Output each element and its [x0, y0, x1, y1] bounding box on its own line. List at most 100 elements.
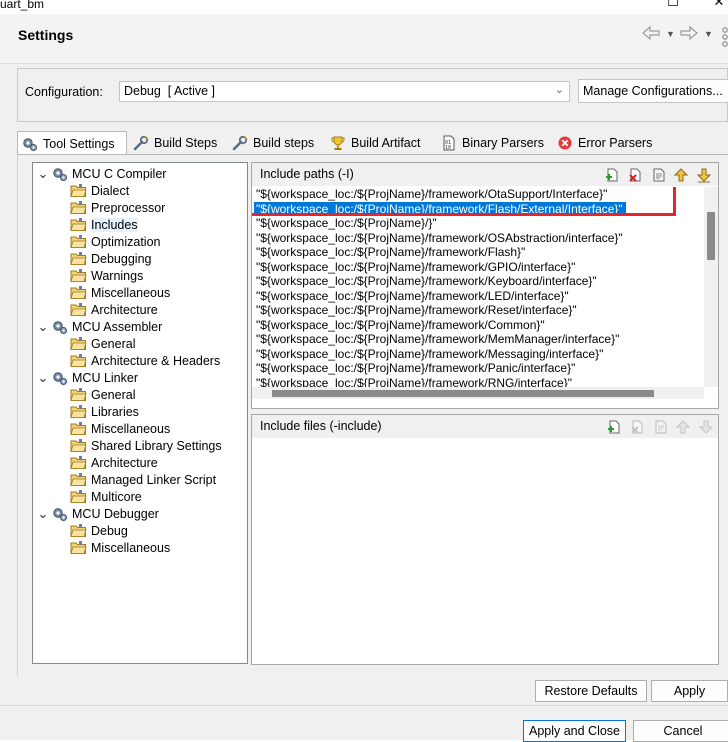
expand-chevron-icon[interactable]: ⌄ — [37, 371, 49, 384]
tab-error-parsers[interactable]: Error Parsers — [553, 131, 659, 154]
tab-build-steps[interactable]: Build Steps — [129, 131, 225, 154]
forward-history-chevron-icon[interactable]: ▼ — [704, 29, 713, 39]
configuration-select[interactable]: Debug [ Active ] ⌄ — [119, 81, 570, 102]
tree-item[interactable]: Debug — [70, 522, 128, 539]
maximize-button[interactable]: ☐ — [662, 0, 684, 12]
tree-item[interactable]: Architecture — [70, 454, 158, 471]
configuration-group: Configuration: Debug [ Active ] ⌄ Manage… — [17, 68, 728, 122]
tree-item[interactable]: ⌄ MCU Linker — [37, 369, 138, 386]
manage-configurations-button[interactable]: Manage Configurations... — [578, 79, 728, 103]
tree-item[interactable]: ⌄ MCU C Compiler — [37, 165, 166, 182]
tree-item[interactable]: Multicore — [70, 488, 142, 505]
tree-item[interactable]: Optimization — [70, 233, 160, 250]
include-files-title: Include files (-include) — [260, 419, 382, 433]
tree-item[interactable]: Miscellaneous — [70, 539, 170, 556]
edit-icon[interactable] — [651, 167, 667, 183]
include-path-item[interactable]: "${workspace_loc:/${ProjName}/framework/… — [254, 318, 548, 333]
manage-configurations-label: Manage Configurations... — [583, 84, 723, 98]
tree-item[interactable]: Managed Linker Script — [70, 471, 216, 488]
tree-item-label: MCU Debugger — [72, 506, 159, 521]
horizontal-scrollbar[interactable] — [252, 387, 704, 399]
tree-item[interactable]: General — [70, 386, 135, 403]
tree-item[interactable]: ⌄ MCU Assembler — [37, 318, 162, 335]
tree-item[interactable]: ⌄ MCU Debugger — [37, 505, 159, 522]
tab-binary-parsers[interactable]: 01 10 Binary Parsers — [437, 131, 551, 154]
tree-item[interactable]: Miscellaneous — [70, 284, 170, 301]
include-path-item[interactable]: "${workspace_loc:/${ProjName}/framework/… — [254, 274, 600, 289]
tree-item[interactable]: Preprocessor — [70, 199, 165, 216]
include-path-item[interactable]: "${workspace_loc:/${ProjName}/framework/… — [254, 289, 572, 304]
wrench-icon — [232, 134, 248, 151]
scroll-thumb[interactable] — [272, 390, 654, 397]
tree-item[interactable]: Architecture & Headers — [70, 352, 220, 369]
expand-chevron-icon[interactable]: ⌄ — [37, 507, 49, 520]
window-title: uart_bm — [0, 0, 45, 11]
include-path-item[interactable]: "${workspace_loc:/${ProjName}/framework/… — [254, 361, 578, 376]
folder-icon — [70, 234, 87, 249]
tree-item[interactable]: Warnings — [70, 267, 143, 284]
delete-icon[interactable] — [627, 167, 643, 183]
folder-icon — [70, 302, 87, 317]
tab-build-artifact[interactable]: Build Artifact — [326, 131, 434, 154]
tree-item-label: Miscellaneous — [91, 540, 171, 555]
move-down-icon[interactable] — [696, 167, 712, 183]
tree-item-label: MCU C Compiler — [72, 166, 167, 181]
apply-button[interactable]: Apply — [651, 680, 728, 702]
tree-item-label: Architecture — [91, 455, 158, 470]
move-down-icon[interactable] — [698, 419, 714, 435]
tab-label: Build Steps — [154, 135, 218, 150]
view-menu-icon[interactable] — [721, 26, 728, 51]
tree-item[interactable]: Libraries — [70, 403, 139, 420]
expand-chevron-icon[interactable]: ⌄ — [37, 167, 49, 180]
include-files-list[interactable] — [252, 439, 718, 664]
tab-label: Build Artifact — [351, 135, 421, 150]
include-path-item[interactable]: "${workspace_loc:/${ProjName}/framework/… — [254, 332, 622, 347]
include-path-item[interactable]: "${workspace_loc:/${ProjName}/framework/… — [254, 303, 580, 318]
tree-item[interactable]: Dialect — [70, 182, 129, 199]
tree-item-label: Shared Library Settings — [91, 438, 222, 453]
include-path-item[interactable]: "${workspace_loc:/${ProjName}/framework/… — [254, 376, 575, 388]
include-path-item[interactable]: "${workspace_loc:/${ProjName}/framework/… — [254, 260, 578, 275]
tab-build-steps-2[interactable]: Build steps — [228, 131, 324, 154]
tree-item[interactable]: Architecture — [70, 301, 158, 318]
move-up-icon[interactable] — [673, 167, 689, 183]
tab-label: Tool Settings — [43, 136, 115, 151]
add-icon[interactable] — [606, 419, 622, 435]
expand-chevron-icon[interactable]: ⌄ — [37, 320, 49, 333]
tree-item-label: Miscellaneous — [91, 421, 171, 436]
include-paths-title: Include paths (-I) — [260, 167, 354, 181]
forward-arrow-icon[interactable] — [679, 25, 699, 46]
add-icon[interactable] — [604, 167, 620, 183]
scroll-thumb[interactable] — [707, 212, 715, 260]
configuration-value: Debug [ Active ] — [124, 84, 216, 98]
back-history-chevron-icon[interactable]: ▼ — [666, 29, 675, 39]
include-paths-list[interactable]: "${workspace_loc:/${ProjName}/framework/… — [252, 187, 704, 387]
tree-item[interactable]: Miscellaneous — [70, 420, 170, 437]
vertical-scrollbar[interactable] — [704, 187, 718, 387]
tab-tool-settings[interactable]: Tool Settings — [17, 131, 127, 155]
include-path-item[interactable]: "${workspace_loc:/${ProjName}/framework/… — [254, 231, 626, 246]
include-paths-panel: Include paths (-I) "${workspace_loc:/${P… — [251, 162, 719, 409]
tree-item[interactable]: Debugging — [70, 250, 151, 267]
include-path-item[interactable]: "${workspace_loc:/${ProjName}/framework/… — [254, 245, 528, 260]
back-arrow-icon[interactable] — [641, 25, 661, 46]
binary-file-icon: 01 10 — [441, 135, 457, 151]
move-up-icon[interactable] — [675, 419, 691, 435]
apply-and-close-button[interactable]: Apply and Close — [523, 720, 626, 742]
tree-item[interactable]: General — [70, 335, 135, 352]
folder-icon — [70, 540, 87, 555]
edit-icon[interactable] — [653, 419, 669, 435]
chevron-down-icon: ⌄ — [554, 84, 564, 96]
delete-icon[interactable] — [629, 419, 645, 435]
include-path-item[interactable]: "${workspace_loc:/${ProjName}/}" — [254, 216, 440, 231]
include-path-item[interactable]: "${workspace_loc:/${ProjName}/framework/… — [254, 347, 606, 362]
tab-strip: Tool Settings Build Steps Build steps Bu… — [17, 131, 728, 155]
tree-item[interactable]: Shared Library Settings — [70, 437, 222, 454]
gears-icon — [52, 166, 68, 182]
tree-item[interactable]: Includes — [70, 216, 138, 233]
restore-defaults-button[interactable]: Restore Defaults — [535, 680, 647, 702]
cancel-button[interactable]: Cancel — [633, 720, 728, 742]
folder-icon — [70, 200, 87, 215]
tree-item-label: Debugging — [91, 251, 152, 266]
close-button[interactable]: ✕ — [708, 0, 728, 12]
